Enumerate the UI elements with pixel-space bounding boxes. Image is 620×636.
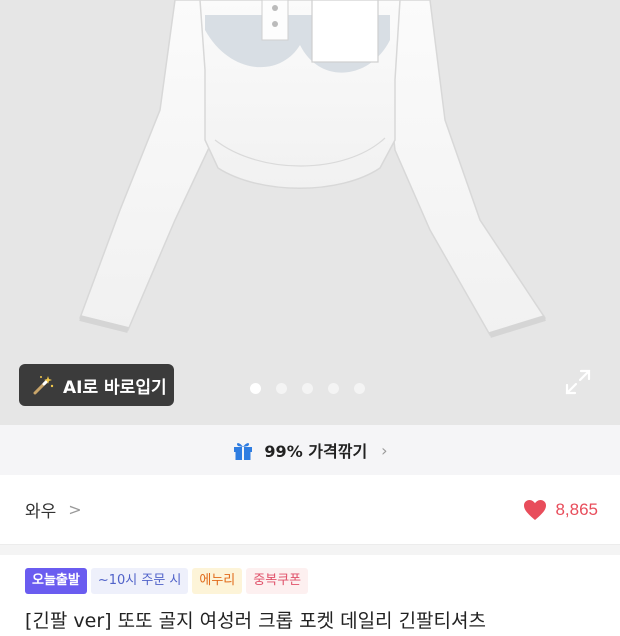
price-cut-label: 99% 가격깎기 — [264, 442, 368, 461]
heart-icon — [524, 499, 547, 520]
gift-icon — [234, 443, 253, 460]
carousel-dot[interactable] — [328, 383, 339, 394]
product-image — [79, 0, 547, 338]
chevron-right-icon: > — [68, 500, 82, 519]
section-divider — [0, 545, 620, 555]
ai-try-on-label: AI로 바로입기 — [63, 377, 167, 398]
like-count: 8,865 — [555, 499, 598, 519]
magic-wand-icon — [33, 376, 54, 395]
expand-icon[interactable] — [564, 368, 592, 396]
product-title: [긴팔 ver] 또또 골지 여성러 크롭 포켓 데일리 긴팔티셔츠 — [25, 610, 486, 632]
chevron-right-icon: › — [381, 440, 388, 460]
badge-list: 오늘출발 ~10시 주문 시 에누리 중복쿠폰 — [25, 568, 309, 594]
badge-order-deadline: ~10시 주문 시 — [90, 568, 189, 594]
carousel-dot[interactable] — [354, 383, 365, 394]
carousel-dot[interactable] — [302, 383, 313, 394]
brand-row: 와우 > 8,865 — [0, 475, 620, 545]
carousel-indicator — [250, 383, 365, 394]
badge-enuri: 에누리 — [192, 568, 243, 594]
like-button[interactable]: 8,865 — [523, 499, 598, 521]
brand-name: 와우 — [25, 502, 57, 522]
badge-today-shipping: 오늘출발 — [25, 568, 87, 594]
brand-link[interactable]: 와우 > — [25, 497, 82, 522]
carousel-dot[interactable] — [276, 383, 287, 394]
ai-try-on-button[interactable]: AI로 바로입기 — [19, 364, 174, 406]
badge-duplicate-coupon: 중복쿠폰 — [246, 568, 309, 594]
carousel-dot[interactable] — [250, 383, 261, 394]
product-image-carousel[interactable]: AI로 바로입기 — [0, 0, 620, 425]
price-cut-banner[interactable]: 99% 가격깎기 › — [0, 425, 620, 475]
